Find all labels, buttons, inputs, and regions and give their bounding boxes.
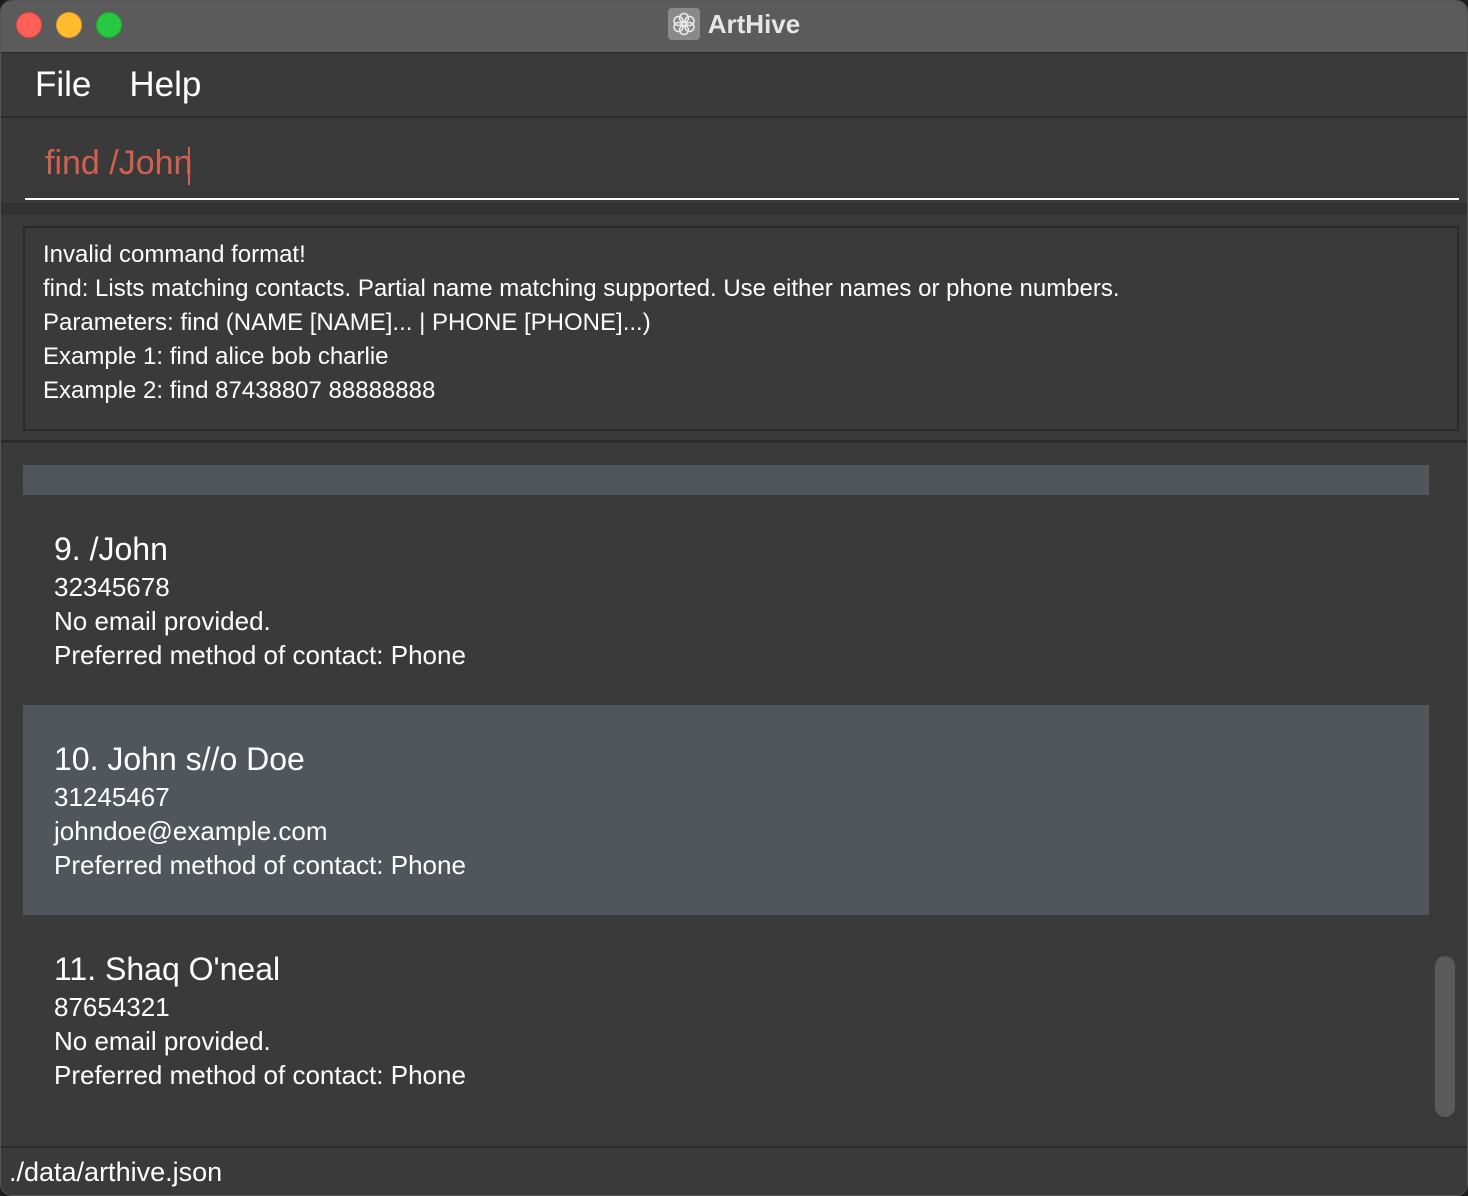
- window-title-group: ArtHive: [1, 1, 1467, 47]
- result-line: Parameters: find (NAME [NAME]... | PHONE…: [43, 309, 651, 336]
- contact-card-selected[interactable]: 10. John s//o Doe 31245467 johndoe@examp…: [23, 705, 1429, 915]
- contact-preferred-method: Preferred method of contact: Phone: [54, 640, 466, 670]
- save-file-path: ./data/arthive.json: [9, 1157, 223, 1187]
- contact-phone: 32345678: [54, 572, 170, 602]
- result-line: Example 1: find alice bob charlie: [43, 343, 389, 370]
- contact-phone: 31245467: [54, 782, 170, 812]
- status-bar: ./data/arthive.json: [1, 1146, 1467, 1195]
- app-window: ArtHive File Help Invalid command format…: [0, 0, 1468, 1196]
- menu-bar: File Help: [1, 54, 1467, 118]
- title-bar[interactable]: ArtHive: [1, 1, 1467, 53]
- menu-file[interactable]: File: [35, 65, 91, 105]
- contact-list[interactable]: 9. /John 32345678 No email provided. Pre…: [1, 446, 1467, 1146]
- flower-icon: [667, 8, 700, 40]
- text-caret: [188, 147, 190, 185]
- contact-name: 9. /John: [54, 531, 168, 567]
- contact-card[interactable]: 9. /John 32345678 No email provided. Pre…: [23, 495, 1429, 705]
- contact-email: No email provided.: [54, 1026, 271, 1056]
- list-scrollbar[interactable]: [1435, 956, 1455, 1117]
- contact-email: No email provided.: [54, 606, 271, 636]
- contact-name: 10. John s//o Doe: [54, 741, 305, 777]
- menu-help[interactable]: Help: [129, 65, 201, 105]
- result-display: Invalid command format! find: Lists matc…: [23, 226, 1459, 431]
- result-line: Example 2: find 87438807 88888888: [43, 377, 436, 404]
- result-line: find: Lists matching contacts. Partial n…: [43, 275, 1120, 302]
- result-line: Invalid command format!: [43, 241, 306, 268]
- contact-name: 11. Shaq O'neal: [54, 951, 281, 987]
- command-input[interactable]: [25, 128, 1459, 200]
- partial-list-item[interactable]: [23, 465, 1429, 495]
- contact-phone: 87654321: [54, 992, 170, 1022]
- contact-preferred-method: Preferred method of contact: Phone: [54, 850, 466, 880]
- contact-email: johndoe@example.com: [54, 816, 328, 846]
- command-box: [1, 120, 1467, 215]
- window-title: ArtHive: [707, 8, 801, 39]
- result-display-panel: Invalid command format! find: Lists matc…: [1, 215, 1467, 443]
- contact-preferred-method: Preferred method of contact: Phone: [54, 1060, 466, 1090]
- contact-card[interactable]: 11. Shaq O'neal 87654321 No email provid…: [23, 915, 1429, 1125]
